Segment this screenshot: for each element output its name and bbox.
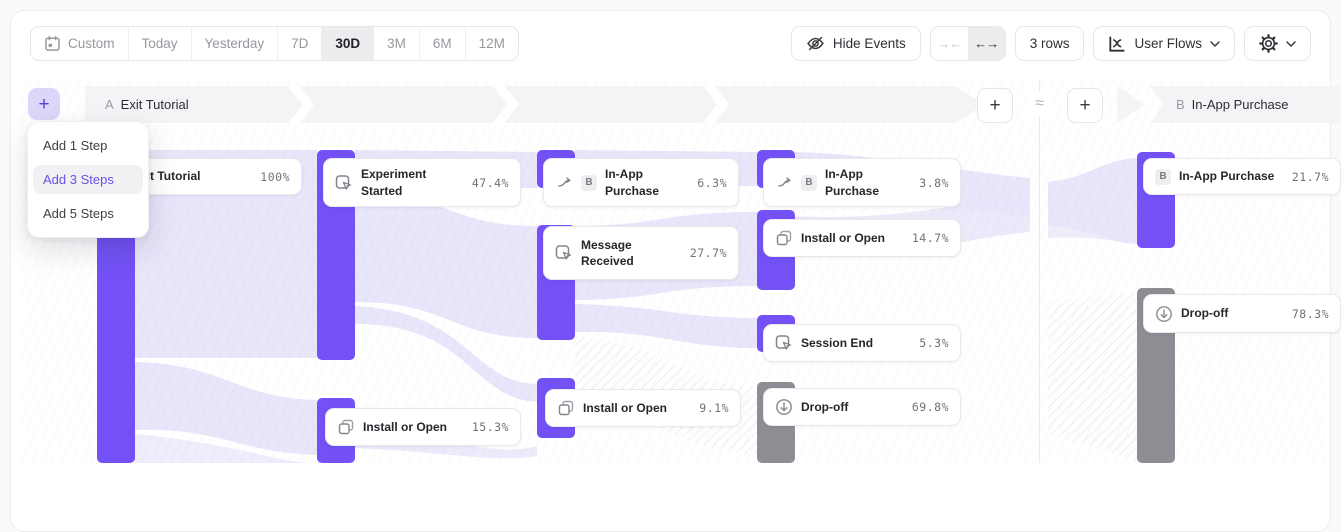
menu-item-add-5-steps[interactable]: Add 5 Steps (33, 199, 143, 228)
menu-item-add-3-steps[interactable]: Add 3 Steps (33, 165, 143, 194)
panel-b-header[interactable]: B In-App Purchase (1150, 86, 1341, 123)
add-step-button-panel-a[interactable]: + (977, 88, 1013, 123)
flow-canvas: A Exit Tutorial B In-App Purchase + + + … (0, 0, 1341, 463)
node-dropoff-b[interactable]: Drop-off 78.3% (1143, 294, 1341, 333)
node-label: In-App Purchase (1179, 168, 1274, 184)
node-inapp-purchase-step4[interactable]: B In-App Purchase 3.8% (763, 158, 961, 207)
node-label: In-App Purchase (825, 166, 887, 198)
panel-b-title: In-App Purchase (1192, 97, 1289, 112)
node-dropoff-a[interactable]: Drop-off 69.8% (763, 388, 961, 426)
menu-item-add-1-step[interactable]: Add 1 Step (33, 131, 143, 160)
node-label: Experiment Started (361, 166, 447, 198)
chevron-separator (493, 86, 519, 123)
flow-to-icon (555, 174, 573, 192)
badge-b: B (581, 175, 597, 191)
approx-symbol: ≈ (1027, 91, 1052, 117)
app-windows-icon (557, 399, 575, 417)
node-pct: 21.7% (1286, 170, 1329, 184)
node-inapp-purchase-step3[interactable]: B In-App Purchase 6.3% (543, 158, 739, 207)
node-label: Install or Open (801, 230, 885, 246)
node-pct: 15.3% (466, 420, 509, 434)
badge-b: B (1155, 169, 1171, 185)
node-message-received[interactable]: Message Received 27.7% (543, 226, 739, 280)
node-pct: 9.1% (693, 401, 729, 415)
chevron-separator (288, 86, 314, 123)
node-pct: 5.3% (913, 336, 949, 350)
app-windows-icon (775, 229, 793, 247)
app-windows-icon (337, 418, 355, 436)
node-pct: 47.4% (466, 176, 509, 190)
click-event-icon (775, 334, 793, 352)
node-session-end[interactable]: Session End 5.3% (763, 324, 961, 362)
chevron-separator (703, 86, 729, 123)
node-pct: 100% (254, 170, 290, 184)
node-install-or-open-step3[interactable]: Install or Open 9.1% (545, 389, 741, 427)
node-label: Drop-off (1181, 305, 1228, 321)
badge-b: B (801, 175, 817, 191)
panel-divider (1039, 80, 1040, 463)
click-event-icon (335, 174, 353, 192)
flow-to-icon (775, 174, 793, 192)
add-step-button-active[interactable]: + (28, 88, 60, 120)
panel-a-title: Exit Tutorial (121, 97, 189, 112)
dropoff-icon (775, 398, 793, 416)
node-pct: 14.7% (906, 231, 949, 245)
node-label: Message Received (581, 237, 651, 269)
panel-a-letter: A (105, 97, 114, 112)
node-label: Drop-off (801, 399, 848, 415)
node-install-or-open-step2[interactable]: Install or Open 15.3% (325, 408, 521, 446)
node-pct: 78.3% (1286, 307, 1329, 321)
node-label: Session End (801, 335, 873, 351)
panel-a-header[interactable]: A Exit Tutorial (85, 86, 985, 123)
add-steps-menu: Add 1 Step Add 3 Steps Add 5 Steps (27, 121, 149, 238)
click-event-icon (555, 244, 573, 262)
node-pct: 3.8% (913, 176, 949, 190)
node-label: Install or Open (363, 419, 447, 435)
user-flows-page: A Exit Tutorial B In-App Purchase + + + … (0, 0, 1341, 463)
add-step-button-panel-b[interactable]: + (1067, 88, 1103, 123)
node-label: In-App Purchase (605, 166, 667, 198)
node-pct: 69.8% (906, 400, 949, 414)
node-inapp-purchase-b[interactable]: B In-App Purchase 21.7% (1143, 158, 1341, 195)
dropoff-icon (1155, 305, 1173, 323)
node-pct: 6.3% (691, 176, 727, 190)
node-pct: 27.7% (684, 246, 727, 260)
node-label: Install or Open (583, 400, 667, 416)
node-experiment-started[interactable]: Experiment Started 47.4% (323, 158, 521, 207)
panel-b-letter: B (1176, 97, 1185, 112)
node-install-or-open-step4[interactable]: Install or Open 14.7% (763, 219, 961, 257)
